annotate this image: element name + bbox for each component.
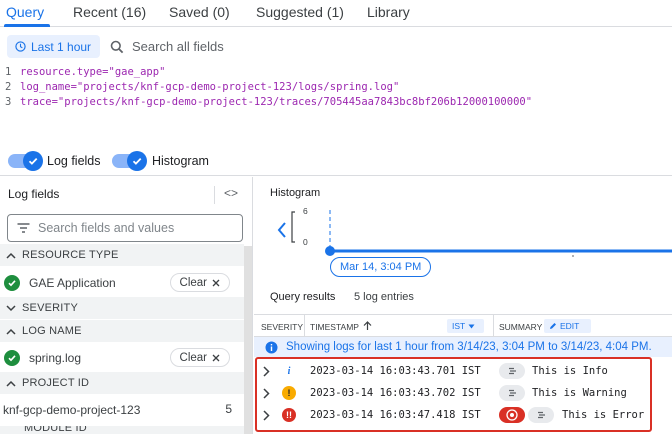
editor-line: 2 log_name="projects/knf-gcp-demo-project… — [0, 81, 399, 96]
section-project-id[interactable]: PROJECT ID — [0, 372, 244, 394]
search-fields-input[interactable]: Search fields and values — [7, 214, 243, 242]
close-icon — [212, 354, 220, 361]
toggle-knob — [127, 151, 147, 171]
info-icon — [265, 341, 278, 353]
close-icon — [212, 279, 220, 286]
section-label: RESOURCE TYPE — [22, 249, 119, 261]
arrow-up-icon[interactable] — [363, 321, 372, 331]
pencil-icon — [550, 323, 556, 329]
line-number: 3 — [5, 96, 12, 108]
histogram-title: Histogram — [270, 187, 321, 199]
col-divider — [304, 315, 305, 336]
search-placeholder: Search all fields — [132, 39, 224, 54]
log-fields-toggle-label: Log fields — [47, 154, 101, 168]
histogram-toggle[interactable] — [112, 151, 147, 171]
tab-query[interactable]: Query — [6, 4, 44, 20]
histogram-y-min: 0 — [303, 237, 308, 247]
scrollbar[interactable] — [244, 246, 252, 434]
search-fields-placeholder: Search fields and values — [38, 221, 175, 235]
log-fields-toggle[interactable] — [8, 151, 43, 171]
histogram-toggle-label: Histogram — [152, 154, 209, 168]
line-number: 2 — [5, 81, 12, 93]
range-handle[interactable] — [325, 246, 335, 256]
line-number: 1 — [5, 66, 12, 78]
tab-saved[interactable]: Saved (0) — [169, 4, 230, 20]
clear-button[interactable]: Clear — [169, 273, 230, 292]
section-label: LOG NAME — [22, 325, 82, 337]
field-value-label: knf-gcp-demo-project-123 — [3, 402, 141, 417]
chevron-up-icon — [6, 252, 16, 259]
tab-library[interactable]: Library — [367, 4, 410, 20]
timezone-label: IST — [452, 321, 466, 331]
section-log-name[interactable]: LOG NAME — [0, 320, 244, 342]
editor-line: 1 resource.type="gae_app" — [0, 66, 165, 81]
check-icon — [132, 157, 142, 165]
col-summary: SUMMARY — [499, 322, 543, 332]
query-text: trace="projects/knf-gcp-demo-project-123… — [20, 96, 533, 108]
caret-down-icon — [468, 324, 475, 328]
histogram-time-chip[interactable]: Mar 14, 3:04 PM — [330, 257, 432, 277]
edit-label: EDIT — [560, 321, 580, 331]
field-value-label: GAE Application — [29, 275, 116, 290]
info-banner: Showing logs for last 1 hour from 3/14/2… — [254, 337, 672, 357]
field-project-id[interactable]: knf-gcp-demo-project-123 5 — [0, 396, 244, 423]
timezone-dropdown[interactable]: IST — [447, 319, 484, 333]
expand-collapse-icon[interactable]: <> — [224, 186, 238, 200]
search-icon — [110, 40, 124, 53]
chevron-up-icon — [6, 328, 16, 335]
highlight-annotation-box — [255, 357, 652, 432]
time-chip-label: Mar 14, 3:04 PM — [340, 261, 422, 273]
panel-toggles: Log fields Histogram — [0, 148, 672, 176]
section-severity[interactable]: SEVERITY — [0, 297, 244, 319]
section-label: MODULE ID — [24, 426, 87, 434]
log-fields-title: Log fields — [8, 187, 60, 201]
info-message: Showing logs for last 1 hour from 3/14/2… — [286, 341, 652, 353]
chevron-up-icon — [6, 380, 16, 387]
editor-line: 3 trace="projects/knf-gcp-demo-project-12… — [0, 96, 532, 111]
tab-bar: Query Recent (16) Saved (0) Suggested (1… — [0, 0, 672, 27]
chevron-down-icon — [6, 304, 16, 311]
chevron-left-icon — [277, 222, 286, 238]
active-tab-indicator — [4, 24, 50, 27]
results-count: 5 log entries — [354, 291, 414, 303]
time-range-label: Last 1 hour — [31, 39, 92, 54]
tab-suggested[interactable]: Suggested (1) — [256, 4, 344, 20]
edit-summary-button[interactable]: EDIT — [544, 319, 591, 333]
field-gae-application[interactable]: GAE Application Clear — [0, 269, 244, 296]
section-label: PROJECT ID — [22, 377, 90, 389]
tab-recent[interactable]: Recent (16) — [73, 4, 146, 20]
field-count: 5 — [225, 402, 232, 416]
check-circle-icon — [4, 349, 20, 366]
search-all-fields[interactable]: Search all fields — [110, 35, 224, 58]
clear-button[interactable]: Clear — [169, 348, 230, 367]
histogram-y-max: 6 — [303, 206, 308, 216]
query-text: log_name="projects/knf-gcp-demo-project-… — [20, 81, 400, 93]
clear-label: Clear — [179, 276, 207, 289]
col-timestamp[interactable]: TIMESTAMP — [310, 322, 359, 332]
time-range-button[interactable]: Last 1 hour — [7, 35, 100, 58]
query-editor[interactable]: 1 resource.type="gae_app" 2 log_name="proj… — [0, 64, 672, 144]
check-circle-icon — [4, 274, 20, 291]
section-resource-type[interactable]: RESOURCE TYPE — [0, 244, 244, 266]
clock-icon — [15, 41, 26, 52]
y-axis-bracket — [291, 211, 295, 243]
divider — [214, 186, 215, 204]
histogram-chart — [277, 210, 672, 257]
section-label: SEVERITY — [22, 302, 79, 314]
filter-icon — [17, 223, 30, 233]
col-severity[interactable]: SEVERITY — [261, 322, 303, 332]
query-text: resource.type="gae_app" — [20, 66, 166, 78]
query-results-title: Query results — [270, 291, 336, 303]
log-fields-panel: Log fields <> Search fields and values R… — [0, 177, 253, 434]
toggle-knob — [23, 151, 43, 171]
section-module-id[interactable]: MODULE ID — [0, 426, 244, 434]
clear-label: Clear — [179, 351, 207, 364]
field-value-label: spring.log — [29, 350, 82, 365]
results-column-header: SEVERITY TIMESTAMP IST SUMMARY EDIT — [254, 314, 672, 337]
check-icon — [28, 157, 38, 165]
field-spring-log[interactable]: spring.log Clear — [0, 344, 244, 371]
col-divider — [493, 315, 494, 336]
